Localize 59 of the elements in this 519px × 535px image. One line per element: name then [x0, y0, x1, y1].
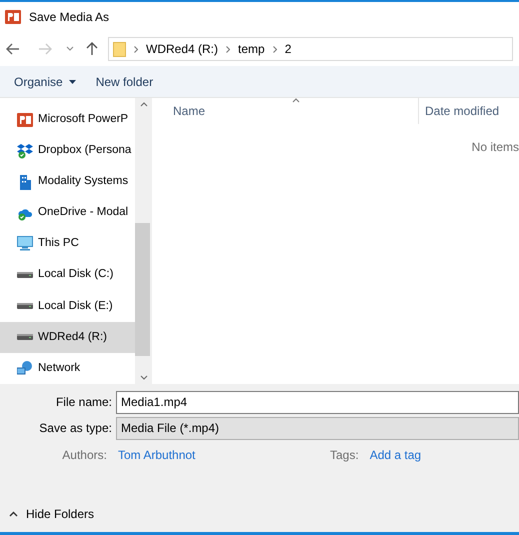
- up-arrow-icon[interactable]: [86, 42, 98, 56]
- sidebar-label: Network: [38, 360, 80, 376]
- sidebar-item[interactable]: Local Disk (E:): [0, 290, 135, 322]
- sidebar-item[interactable]: OneDrive - Modal: [0, 197, 135, 228]
- caret-icon[interactable]: [66, 46, 74, 52]
- sidebar-label: Dropbox (Persona: [38, 143, 132, 158]
- sidebar-label: WDRed4 (R:): [38, 330, 108, 345]
- organise-menu[interactable]: Organise: [14, 72, 76, 90]
- drive-icon: [17, 271, 33, 280]
- empty-message: No items: [472, 139, 519, 156]
- sidebar-item[interactable]: Microsoft PowerP: [0, 104, 135, 136]
- sidebar-label: Local Disk (C:): [38, 267, 114, 282]
- sidebar-label: Local Disk (E:): [38, 298, 113, 314]
- caret-up-icon: [9, 511, 18, 517]
- drive-icon: [17, 302, 33, 310]
- file-type-dropdown[interactable]: Media File (*.mp4): [116, 416, 519, 440]
- sidebar-item[interactable]: This PC: [0, 228, 135, 260]
- chevron-icon: [272, 46, 277, 52]
- sidebar-item[interactable]: Modality Systems: [0, 166, 135, 198]
- scroll-down-icon[interactable]: [140, 375, 148, 380]
- authors-link[interactable]: Tom Arbuthnot: [118, 446, 330, 464]
- field-label: Save as type:: [38, 420, 113, 437]
- network-icon: [17, 360, 33, 376]
- monitor-icon: [17, 236, 33, 252]
- breadcrumb[interactable]: 2: [284, 40, 292, 58]
- building-icon: [19, 174, 31, 190]
- sidebar-item[interactable]: Local Disk (C:): [0, 260, 135, 291]
- dropbox-icon: [17, 142, 33, 159]
- back-arrow-icon[interactable]: [6, 43, 20, 55]
- new-folder-button[interactable]: New folder: [96, 72, 154, 90]
- presentation-app-icon: [17, 112, 33, 128]
- scrollbar[interactable]: [135, 98, 152, 384]
- sidebar-label: This PC: [38, 236, 79, 252]
- field-label: File name:: [54, 394, 113, 411]
- field-label: Authors:: [61, 447, 108, 464]
- sidebar-item[interactable]: WDRed4 (R:): [0, 322, 135, 353]
- hide-folders-button[interactable]: Hide Folders: [0, 503, 519, 525]
- scroll-up-icon[interactable]: [140, 102, 148, 107]
- sidebar-label: Modality Systems: [38, 174, 128, 190]
- field-label: Tags:: [330, 447, 360, 464]
- window-title: Save Media As: [29, 9, 110, 26]
- drive-icon: [17, 333, 33, 342]
- breadcrumb[interactable]: temp: [238, 40, 265, 58]
- sidebar-item[interactable]: Dropbox (Persona: [0, 135, 135, 166]
- sidebar-item[interactable]: Network: [0, 352, 135, 384]
- sidebar-label: Microsoft PowerP: [38, 112, 128, 127]
- chevron-icon: [134, 46, 138, 52]
- presentation-app-icon: [5, 9, 21, 25]
- scroll-thumb[interactable]: [135, 223, 150, 356]
- caret-icon: [68, 80, 76, 84]
- chevron-icon: [226, 46, 230, 52]
- address-bar[interactable]: WDRed4 (R:) temp 2: [108, 37, 513, 61]
- column-header[interactable]: Date modified: [418, 98, 519, 124]
- breadcrumb[interactable]: WDRed4 (R:): [146, 40, 218, 58]
- file-name-field[interactable]: Media1.mp4: [116, 390, 519, 414]
- sidebar-label: OneDrive - Modal: [38, 205, 128, 220]
- column-header[interactable]: Name: [152, 98, 418, 124]
- add-tag-link[interactable]: Add a tag: [370, 446, 422, 464]
- folder-icon: [113, 42, 126, 56]
